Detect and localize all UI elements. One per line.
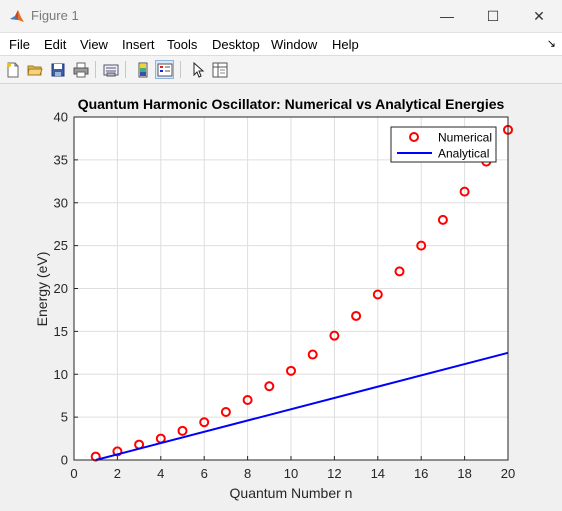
menu-file[interactable]: File: [9, 37, 30, 52]
toolbar-separator: [180, 61, 181, 78]
figure-canvas: 0 2 4 6 8 10 12 14 16 18 20 0 5 10 15 20 25 30 35 40 Quantu…: [0, 84, 562, 506]
x-axis-label: Quantum Number n: [230, 485, 353, 501]
save-icon[interactable]: [48, 60, 67, 79]
menu-view[interactable]: View: [80, 37, 108, 52]
toolbar-separator: [95, 61, 96, 78]
minimize-button[interactable]: —: [424, 0, 470, 32]
menu-insert[interactable]: Insert: [122, 37, 155, 52]
print-icon[interactable]: [71, 60, 90, 79]
maximize-button[interactable]: ☐: [470, 0, 516, 32]
y-axis-label: Energy (eV): [34, 252, 50, 327]
pointer-icon[interactable]: [188, 60, 207, 79]
toolbar-separator: [125, 61, 126, 78]
x-tick-label: 4: [157, 466, 164, 481]
window-title: Figure 1: [31, 8, 79, 23]
menu-window[interactable]: Window: [271, 37, 317, 52]
x-tick-label: 6: [201, 466, 208, 481]
x-tick-label: 0: [70, 466, 77, 481]
menu-bar: File Edit View Insert Tools Desktop Wind…: [0, 33, 562, 56]
x-tick-label: 2: [114, 466, 121, 481]
x-tick-label: 10: [284, 466, 298, 481]
x-tick-label: 18: [457, 466, 471, 481]
y-tick-label: 10: [54, 367, 68, 382]
x-tick-label: 14: [371, 466, 385, 481]
chart-title: Quantum Harmonic Oscillator: Numerical v…: [78, 96, 505, 112]
legend-icon[interactable]: [155, 60, 174, 79]
plot-svg: 0 2 4 6 8 10 12 14 16 18 20 0 5 10 15 20 25 30 35 40 Quantu…: [34, 96, 515, 501]
legend-label-analytical: Analytical: [438, 147, 489, 161]
property-inspector-icon[interactable]: [210, 60, 229, 79]
x-tick-label: 12: [327, 466, 341, 481]
y-tick-label: 25: [54, 238, 68, 253]
open-file-icon[interactable]: [25, 60, 44, 79]
close-button[interactable]: ✕: [516, 0, 562, 32]
link-plot-icon[interactable]: [101, 60, 120, 79]
x-tick-label: 16: [414, 466, 428, 481]
menu-edit[interactable]: Edit: [44, 37, 66, 52]
y-tick-label: 0: [61, 453, 68, 468]
colorbar-icon[interactable]: [133, 60, 152, 79]
y-tick-label: 30: [54, 195, 68, 210]
figure-toolbar: [0, 56, 562, 84]
menu-help[interactable]: Help: [332, 37, 359, 52]
x-tick-label: 8: [244, 466, 251, 481]
legend[interactable]: Numerical Analytical: [390, 126, 497, 163]
menu-desktop[interactable]: Desktop: [212, 37, 260, 52]
menu-tools[interactable]: Tools: [167, 37, 197, 52]
matlab-logo-icon: [10, 10, 24, 22]
y-tick-label: 15: [54, 324, 68, 339]
y-tick-label: 35: [54, 152, 68, 167]
y-tick-label: 20: [54, 281, 68, 296]
x-tick-label: 20: [501, 466, 515, 481]
new-figure-icon[interactable]: [3, 60, 22, 79]
dock-figure-icon[interactable]: ↘: [547, 37, 556, 50]
y-tick-label: 5: [61, 410, 68, 425]
legend-label-numerical: Numerical: [438, 131, 492, 145]
window-titlebar[interactable]: Figure 1 — ☐ ✕: [0, 0, 562, 33]
y-tick-label: 40: [54, 110, 68, 125]
